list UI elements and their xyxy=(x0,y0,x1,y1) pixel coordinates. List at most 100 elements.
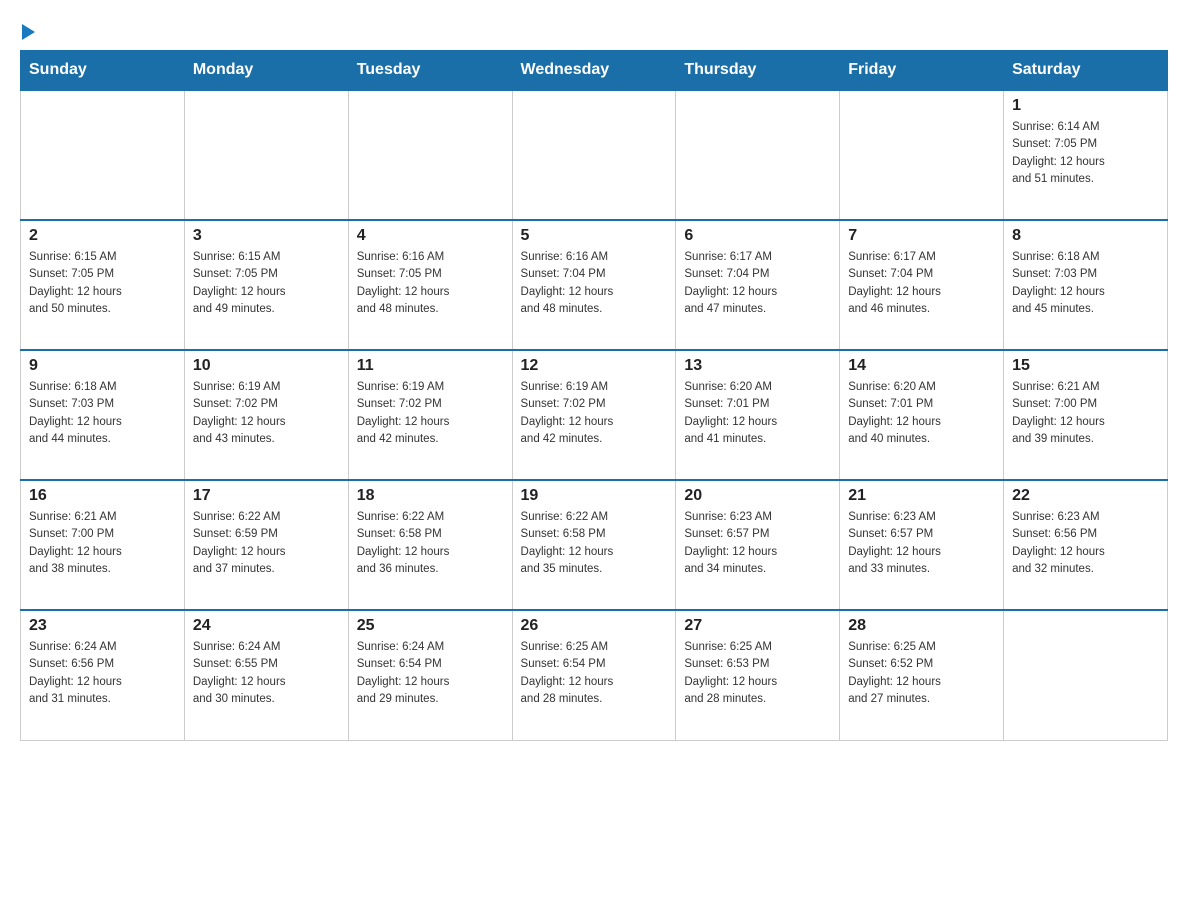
day-number: 10 xyxy=(193,357,340,375)
day-info: Sunrise: 6:23 AMSunset: 6:56 PMDaylight:… xyxy=(1012,509,1159,578)
day-number: 18 xyxy=(357,487,504,505)
day-number: 23 xyxy=(29,617,176,635)
day-info: Sunrise: 6:20 AMSunset: 7:01 PMDaylight:… xyxy=(848,379,995,448)
day-info: Sunrise: 6:17 AMSunset: 7:04 PMDaylight:… xyxy=(848,249,995,318)
day-info: Sunrise: 6:25 AMSunset: 6:54 PMDaylight:… xyxy=(521,639,668,708)
day-number: 15 xyxy=(1012,357,1159,375)
calendar-cell: 4 Sunrise: 6:16 AMSunset: 7:05 PMDaylight… xyxy=(348,220,512,350)
calendar-cell: 9 Sunrise: 6:18 AMSunset: 7:03 PMDaylight… xyxy=(21,350,185,480)
weekday-header-wednesday: Wednesday xyxy=(512,51,676,91)
weekday-header-monday: Monday xyxy=(184,51,348,91)
calendar-cell: 14 Sunrise: 6:20 AMSunset: 7:01 PMDayligh… xyxy=(840,350,1004,480)
day-number: 3 xyxy=(193,227,340,245)
day-info: Sunrise: 6:19 AMSunset: 7:02 PMDaylight:… xyxy=(193,379,340,448)
day-info: Sunrise: 6:25 AMSunset: 6:52 PMDaylight:… xyxy=(848,639,995,708)
calendar-cell: 17 Sunrise: 6:22 AMSunset: 6:59 PMDayligh… xyxy=(184,480,348,610)
calendar-week-row: 23 Sunrise: 6:24 AMSunset: 6:56 PMDayligh… xyxy=(21,610,1168,740)
calendar-week-row: 2Sunrise: 6:15 AMSunset: 7:05 PMDaylight… xyxy=(21,220,1168,350)
calendar-cell: 12 Sunrise: 6:19 AMSunset: 7:02 PMDayligh… xyxy=(512,350,676,480)
day-info: Sunrise: 6:15 AMSunset: 7:05 PMDaylight:… xyxy=(29,249,176,318)
page-header xyxy=(20,20,1168,40)
logo xyxy=(20,20,35,40)
day-number: 19 xyxy=(521,487,668,505)
calendar-cell: 22 Sunrise: 6:23 AMSunset: 6:56 PMDayligh… xyxy=(1004,480,1168,610)
calendar-cell xyxy=(512,90,676,220)
day-info: Sunrise: 6:17 AMSunset: 7:04 PMDaylight:… xyxy=(684,249,831,318)
weekday-header-saturday: Saturday xyxy=(1004,51,1168,91)
calendar-cell: 13 Sunrise: 6:20 AMSunset: 7:01 PMDayligh… xyxy=(676,350,840,480)
calendar-cell: 24 Sunrise: 6:24 AMSunset: 6:55 PMDayligh… xyxy=(184,610,348,740)
day-info: Sunrise: 6:18 AMSunset: 7:03 PMDaylight:… xyxy=(1012,249,1159,318)
calendar-cell: 27 Sunrise: 6:25 AMSunset: 6:53 PMDayligh… xyxy=(676,610,840,740)
calendar-cell xyxy=(1004,610,1168,740)
day-info: Sunrise: 6:15 AMSunset: 7:05 PMDaylight:… xyxy=(193,249,340,318)
calendar-cell: 15 Sunrise: 6:21 AMSunset: 7:00 PMDayligh… xyxy=(1004,350,1168,480)
calendar-cell xyxy=(21,90,185,220)
day-number: 8 xyxy=(1012,227,1159,245)
calendar-cell xyxy=(676,90,840,220)
calendar-week-row: 9 Sunrise: 6:18 AMSunset: 7:03 PMDaylight… xyxy=(21,350,1168,480)
day-number: 16 xyxy=(29,487,176,505)
day-info: Sunrise: 6:22 AMSunset: 6:58 PMDaylight:… xyxy=(357,509,504,578)
day-number: 20 xyxy=(684,487,831,505)
calendar-cell: 21 Sunrise: 6:23 AMSunset: 6:57 PMDayligh… xyxy=(840,480,1004,610)
day-number: 26 xyxy=(521,617,668,635)
day-number: 13 xyxy=(684,357,831,375)
day-number: 27 xyxy=(684,617,831,635)
calendar-cell: 26 Sunrise: 6:25 AMSunset: 6:54 PMDayligh… xyxy=(512,610,676,740)
calendar-table: SundayMondayTuesdayWednesdayThursdayFrid… xyxy=(20,50,1168,741)
calendar-cell: 6 Sunrise: 6:17 AMSunset: 7:04 PMDaylight… xyxy=(676,220,840,350)
day-info: Sunrise: 6:24 AMSunset: 6:54 PMDaylight:… xyxy=(357,639,504,708)
day-number: 25 xyxy=(357,617,504,635)
day-number: 4 xyxy=(357,227,504,245)
calendar-cell: 3 Sunrise: 6:15 AMSunset: 7:05 PMDaylight… xyxy=(184,220,348,350)
calendar-cell: 23 Sunrise: 6:24 AMSunset: 6:56 PMDayligh… xyxy=(21,610,185,740)
day-number: 1 xyxy=(1012,97,1159,115)
day-number: 21 xyxy=(848,487,995,505)
day-info: Sunrise: 6:18 AMSunset: 7:03 PMDaylight:… xyxy=(29,379,176,448)
weekday-header-thursday: Thursday xyxy=(676,51,840,91)
day-number: 17 xyxy=(193,487,340,505)
day-number: 28 xyxy=(848,617,995,635)
calendar-cell: 25 Sunrise: 6:24 AMSunset: 6:54 PMDayligh… xyxy=(348,610,512,740)
calendar-cell: 28 Sunrise: 6:25 AMSunset: 6:52 PMDayligh… xyxy=(840,610,1004,740)
day-info: Sunrise: 6:16 AMSunset: 7:04 PMDaylight:… xyxy=(521,249,668,318)
day-info: Sunrise: 6:20 AMSunset: 7:01 PMDaylight:… xyxy=(684,379,831,448)
day-info: Sunrise: 6:21 AMSunset: 7:00 PMDaylight:… xyxy=(29,509,176,578)
calendar-cell: 16 Sunrise: 6:21 AMSunset: 7:00 PMDayligh… xyxy=(21,480,185,610)
day-number: 7 xyxy=(848,227,995,245)
day-info: Sunrise: 6:21 AMSunset: 7:00 PMDaylight:… xyxy=(1012,379,1159,448)
calendar-cell xyxy=(840,90,1004,220)
day-number: 5 xyxy=(521,227,668,245)
calendar-cell: 1Sunrise: 6:14 AMSunset: 7:05 PMDaylight… xyxy=(1004,90,1168,220)
day-info: Sunrise: 6:25 AMSunset: 6:53 PMDaylight:… xyxy=(684,639,831,708)
day-info: Sunrise: 6:19 AMSunset: 7:02 PMDaylight:… xyxy=(521,379,668,448)
weekday-header-sunday: Sunday xyxy=(21,51,185,91)
calendar-cell: 20Sunrise: 6:23 AMSunset: 6:57 PMDayligh… xyxy=(676,480,840,610)
calendar-cell xyxy=(184,90,348,220)
day-info: Sunrise: 6:24 AMSunset: 6:56 PMDaylight:… xyxy=(29,639,176,708)
weekday-header-tuesday: Tuesday xyxy=(348,51,512,91)
calendar-cell: 10 Sunrise: 6:19 AMSunset: 7:02 PMDayligh… xyxy=(184,350,348,480)
calendar-cell: 18 Sunrise: 6:22 AMSunset: 6:58 PMDayligh… xyxy=(348,480,512,610)
calendar-week-row: 16 Sunrise: 6:21 AMSunset: 7:00 PMDayligh… xyxy=(21,480,1168,610)
day-number: 11 xyxy=(357,357,504,375)
day-number: 24 xyxy=(193,617,340,635)
day-info: Sunrise: 6:23 AMSunset: 6:57 PMDaylight:… xyxy=(848,509,995,578)
day-info: Sunrise: 6:24 AMSunset: 6:55 PMDaylight:… xyxy=(193,639,340,708)
day-number: 9 xyxy=(29,357,176,375)
day-info: Sunrise: 6:22 AMSunset: 6:58 PMDaylight:… xyxy=(521,509,668,578)
day-number: 22 xyxy=(1012,487,1159,505)
day-info: Sunrise: 6:16 AMSunset: 7:05 PMDaylight:… xyxy=(357,249,504,318)
calendar-week-row: 1Sunrise: 6:14 AMSunset: 7:05 PMDaylight… xyxy=(21,90,1168,220)
calendar-cell: 2Sunrise: 6:15 AMSunset: 7:05 PMDaylight… xyxy=(21,220,185,350)
calendar-cell: 5 Sunrise: 6:16 AMSunset: 7:04 PMDaylight… xyxy=(512,220,676,350)
day-number: 14 xyxy=(848,357,995,375)
day-info: Sunrise: 6:22 AMSunset: 6:59 PMDaylight:… xyxy=(193,509,340,578)
day-number: 6 xyxy=(684,227,831,245)
calendar-cell: 8 Sunrise: 6:18 AMSunset: 7:03 PMDaylight… xyxy=(1004,220,1168,350)
calendar-header-row: SundayMondayTuesdayWednesdayThursdayFrid… xyxy=(21,51,1168,91)
calendar-cell: 19 Sunrise: 6:22 AMSunset: 6:58 PMDayligh… xyxy=(512,480,676,610)
calendar-cell: 11Sunrise: 6:19 AMSunset: 7:02 PMDayligh… xyxy=(348,350,512,480)
day-number: 12 xyxy=(521,357,668,375)
